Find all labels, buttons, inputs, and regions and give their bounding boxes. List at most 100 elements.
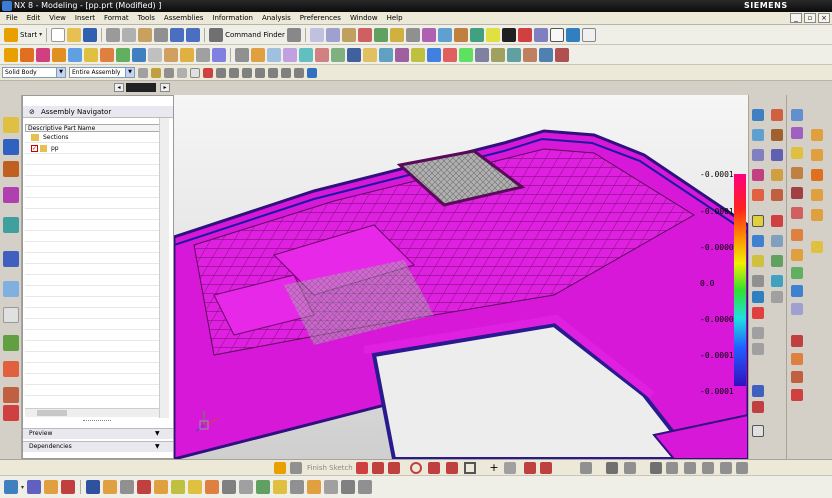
circle-icon[interactable] [410,462,422,474]
patch-icon[interactable] [443,47,457,62]
assembly-navigator-tab-icon[interactable] [3,117,19,133]
control-point-icon[interactable] [229,67,239,78]
model-view[interactable] [174,95,748,459]
command-finder-icon[interactable] [209,27,224,42]
measure-distance-icon[interactable] [86,480,101,494]
offset-curve-icon[interactable] [524,462,536,474]
edge-blend-icon[interactable] [164,47,178,62]
analysis-tool-icon[interactable] [4,480,18,494]
reverse-normal-icon[interactable] [791,353,803,365]
deviation-gauge-icon[interactable] [752,291,764,303]
perspective-icon[interactable] [405,27,420,42]
orient-icon[interactable] [373,27,388,42]
pattern-icon[interactable] [235,47,249,62]
spline-icon[interactable] [771,149,783,161]
constraint-icon[interactable] [666,462,678,474]
menu-edit[interactable]: Edit [27,14,41,22]
filter-icon[interactable] [138,67,148,78]
wcs-icon[interactable] [27,480,42,494]
background-icon[interactable] [501,27,516,42]
distance-icon[interactable] [752,275,764,287]
view-icon[interactable] [752,109,764,121]
replace-face-icon[interactable] [459,47,473,62]
reset-icon[interactable] [752,425,764,437]
scope-select[interactable]: Entire Assembly ▼ [69,67,135,78]
start-icon[interactable] [4,27,18,42]
extract-curve-icon[interactable] [771,275,783,287]
horizontal-scrollbar[interactable] [25,408,159,417]
swept-icon[interactable] [811,129,823,141]
existing-point-icon[interactable] [281,67,291,78]
unite-icon[interactable] [116,47,130,62]
part-navigator-tab-icon[interactable] [3,161,19,177]
auto-constrain-icon[interactable] [684,462,696,474]
curve-icon[interactable] [395,47,409,62]
face-blend-icon[interactable] [791,207,803,219]
highlight-lines-icon[interactable] [752,343,764,355]
fit-icon[interactable] [309,27,324,42]
boss-icon[interactable] [68,47,82,62]
point-icon[interactable]: + [488,462,500,474]
info-icon[interactable] [581,27,596,42]
system-scenes-tab-icon[interactable] [3,405,19,421]
reuse-library-tab-icon[interactable] [3,187,19,203]
expand-preview-icon[interactable]: ▼ [155,429,160,439]
object-info-icon[interactable] [137,480,152,494]
n-sided-icon[interactable] [811,149,823,161]
profile-icon[interactable] [356,462,368,474]
manufacturing-wizards-tab-icon[interactable] [3,361,19,377]
start-button[interactable]: Start [20,31,37,39]
collapse-right-icon[interactable]: ▸ [160,83,170,92]
subtract-icon[interactable] [132,47,146,62]
tree-item-pp[interactable]: pp [51,145,59,152]
expression-icon[interactable] [539,47,553,62]
redo-icon[interactable] [186,27,201,42]
datum-csys-icon[interactable] [363,47,377,62]
make-corner-icon[interactable] [624,462,636,474]
arc-icon[interactable] [388,462,400,474]
dependencies-section[interactable]: Dependencies ▼ [23,441,173,452]
tree-row[interactable]: Sections [25,133,165,143]
chamfer-icon[interactable] [446,462,458,474]
hole-icon[interactable] [52,47,66,62]
trim-body-icon[interactable] [267,47,281,62]
radius-icon[interactable] [752,149,764,161]
point-on-curve-icon[interactable] [294,67,304,78]
revolve-icon[interactable] [36,47,50,62]
point-on-face-icon[interactable] [307,67,317,78]
rectangle-select-icon[interactable] [190,67,200,78]
part-info-icon[interactable] [188,480,203,494]
edit-object-display-icon[interactable] [307,480,322,494]
section-icon[interactable] [453,27,468,42]
trim-sheet-icon[interactable] [811,189,823,201]
synchronous-icon[interactable] [555,47,569,62]
chevron-down-icon[interactable]: ▼ [125,68,134,77]
restore-button[interactable]: ▫ [804,13,816,23]
wireframe-icon[interactable] [437,27,452,42]
zoom-icon[interactable] [325,27,340,42]
layer-icon[interactable] [533,27,548,42]
vertical-scrollbar[interactable] [159,118,169,418]
isoparametric-icon[interactable] [771,255,783,267]
thickness-icon[interactable] [752,235,764,247]
match-edge-icon[interactable] [791,303,803,315]
examine-geometry-icon[interactable] [752,385,764,397]
menu-file[interactable]: File [6,14,18,22]
project-curve-icon[interactable] [771,215,783,227]
measure-icon[interactable] [507,47,521,62]
graphics-window[interactable] [174,95,748,459]
pattern-curve-icon[interactable] [540,462,552,474]
datum-plane-icon[interactable] [331,47,345,62]
process-studio-tab-icon[interactable] [3,335,19,351]
section-analysis-icon[interactable] [752,327,764,339]
delete-face-icon[interactable] [491,47,505,62]
color-icon[interactable] [517,27,532,42]
render-icon[interactable] [469,27,484,42]
pocket-icon[interactable] [84,47,98,62]
check-icon[interactable] [752,401,764,413]
through-curves-icon[interactable] [791,127,803,139]
dimension-icon[interactable] [650,462,662,474]
delete-icon[interactable] [154,27,169,42]
windows-icon[interactable] [286,27,301,42]
offset-surface-icon[interactable] [811,169,823,181]
